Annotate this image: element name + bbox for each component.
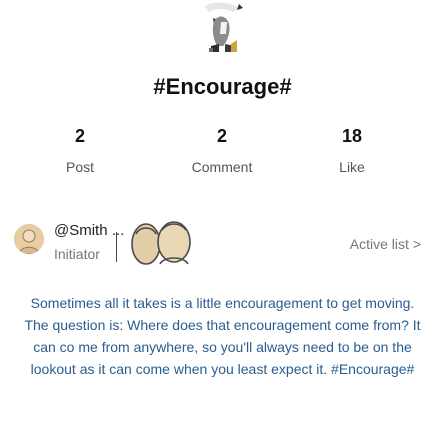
active-list-link[interactable]: Active list > xyxy=(350,236,421,252)
stat-post-value: 2 xyxy=(74,126,85,146)
topic-description: Sometimes all it takes is a little encou… xyxy=(24,295,421,377)
topic-cover-image xyxy=(193,0,251,60)
stat-like: 18 Like xyxy=(297,126,407,175)
divider xyxy=(116,232,117,262)
stat-comment: 2 Comment xyxy=(167,126,277,175)
topic-title: #Encourage# xyxy=(153,74,292,99)
creator-name[interactable]: @Smith ... xyxy=(54,222,124,239)
stat-post-label: Post xyxy=(65,159,94,175)
stat-comment-label: Comment xyxy=(191,159,253,175)
stat-post: 2 Post xyxy=(25,126,135,175)
creator-role-label: Initiator xyxy=(54,246,100,262)
stat-like-label: Like xyxy=(339,159,365,175)
topic-stats: 2 Post 2 Comment 18 Like xyxy=(0,126,445,186)
active-list-label: Active list xyxy=(349,236,409,252)
cheering-hand-icon xyxy=(205,2,243,52)
participant-avatars-icon xyxy=(131,221,191,265)
user-avatar-icon xyxy=(14,224,44,254)
participant-avatars[interactable] xyxy=(130,220,240,270)
stat-comment-value: 2 xyxy=(216,126,227,146)
stat-like-value: 18 xyxy=(341,126,363,146)
avatar[interactable] xyxy=(14,224,44,254)
chevron-right-icon: > xyxy=(412,236,421,252)
